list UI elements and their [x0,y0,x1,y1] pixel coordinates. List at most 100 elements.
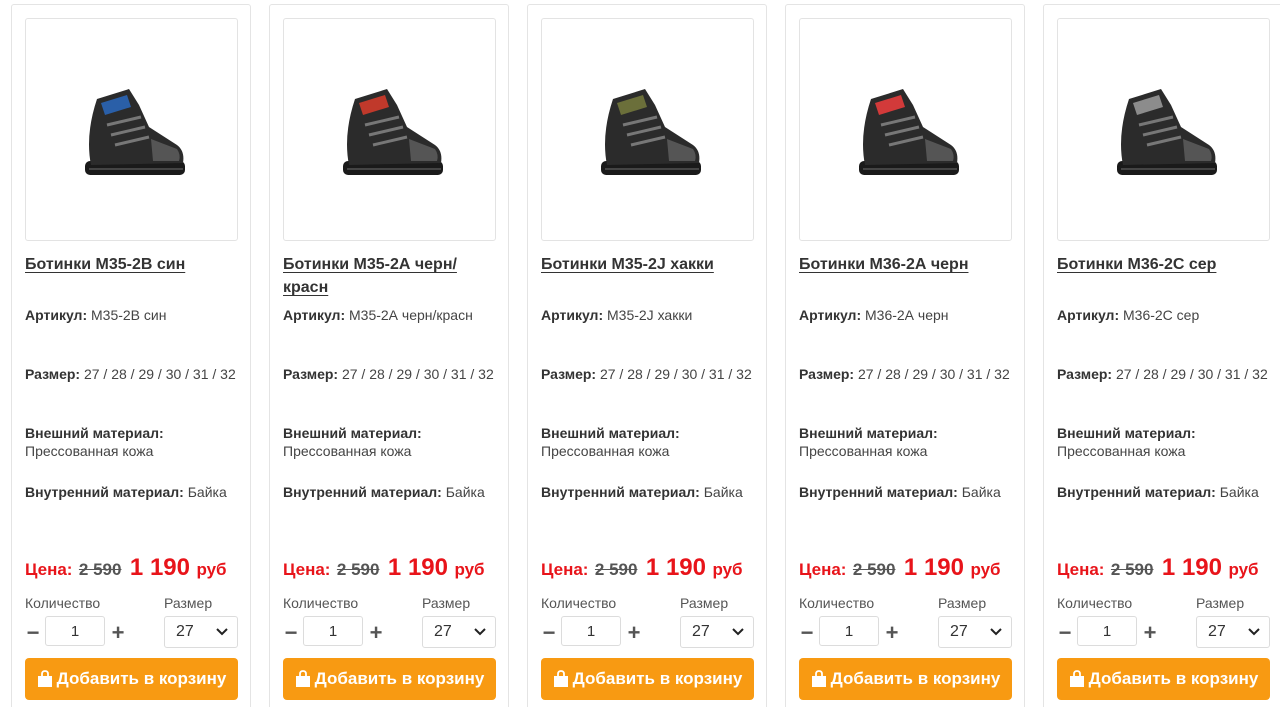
old-price: 2 590 [1110,560,1154,579]
old-price: 2 590 [594,560,638,579]
product-title[interactable]: Ботинки М35-2А черн/красн [283,253,493,299]
quantity-label: Количество [799,595,875,611]
old-price: 2 590 [336,560,380,579]
product-image[interactable] [799,18,1012,241]
product-title[interactable]: Ботинки М35-2J хакки [541,253,751,276]
sizes-value: 27 / 28 / 29 / 30 / 31 / 32 [1115,366,1268,382]
product-title[interactable]: Ботинки М36-2С сер [1057,253,1267,276]
add-to-cart-button[interactable]: Добавить в корзину [283,658,496,700]
article-label: Артикул: [541,307,604,323]
article-value: М35-2А черн/красн [349,307,473,323]
new-price: 1 190 [1161,554,1222,581]
product-image[interactable] [541,18,754,241]
chevron-down-icon [216,628,228,636]
minus-icon[interactable]: − [23,622,43,644]
product-title[interactable]: Ботинки М36-2А черн [799,253,1009,276]
size-select[interactable]: 27 [422,616,496,648]
product-image[interactable] [283,18,496,241]
quantity-input[interactable] [819,616,879,646]
shopping-bag-icon [1069,670,1084,687]
inner-material-spec: Внутренний материал: Байка [25,483,237,501]
new-price: 1 190 [129,554,190,581]
size-select[interactable]: 27 [164,616,238,648]
currency: руб [454,560,485,579]
plus-icon[interactable]: + [882,622,902,644]
minus-icon[interactable]: − [539,622,559,644]
inner-material-label: Внутренний материал: [1057,484,1216,500]
size-select-value: 27 [950,623,968,640]
inner-material-value: Байка [961,484,1001,500]
price-label: Цена: [1057,560,1105,579]
shopping-bag-icon [811,670,826,687]
inner-material-label: Внутренний материал: [283,484,442,500]
boot-image [1116,88,1217,175]
plus-icon[interactable]: + [366,622,386,644]
article-label: Артикул: [799,307,862,323]
price-label: Цена: [25,560,73,579]
size-select-label: Размер [422,595,471,611]
shopping-bag-icon [553,670,568,687]
article-spec: Артикул: М35-2J хакки [541,306,753,324]
article-label: Артикул: [283,307,346,323]
sizes-label: Размер: [25,366,81,382]
quantity-input[interactable] [1077,616,1137,646]
add-to-cart-label: Добавить в корзину [56,669,227,688]
add-to-cart-button[interactable]: Добавить в корзину [541,658,754,700]
minus-icon[interactable]: − [797,622,817,644]
add-to-cart-button[interactable]: Добавить в корзину [1057,658,1270,700]
quantity-label: Количество [283,595,359,611]
boot-image [84,88,185,175]
sizes-spec: Размер: 27 / 28 / 29 / 30 / 31 / 32 [25,365,237,383]
price-block: Цена: 2 590 1 190 руб [283,554,485,582]
new-price: 1 190 [387,554,448,581]
size-select[interactable]: 27 [1196,616,1270,648]
sizes-value: 27 / 28 / 29 / 30 / 31 / 32 [857,366,1010,382]
inner-material-label: Внутренний материал: [799,484,958,500]
minus-icon[interactable]: − [1055,622,1075,644]
inner-material-spec: Внутренний материал: Байка [1057,483,1269,501]
outer-material-spec: Внешний материал: Прессованная кожа [541,424,753,460]
add-to-cart-label: Добавить в корзину [314,669,485,688]
chevron-down-icon [990,628,1002,636]
add-to-cart-button[interactable]: Добавить в корзину [25,658,238,700]
outer-material-label: Внешний материал: [541,425,680,441]
new-price: 1 190 [645,554,706,581]
product-image[interactable] [1057,18,1270,241]
product-title[interactable]: Ботинки М35-2В син [25,253,235,276]
minus-icon[interactable]: − [281,622,301,644]
new-price: 1 190 [903,554,964,581]
outer-material-value: Прессованная кожа [799,443,928,459]
product-image[interactable] [25,18,238,241]
outer-material-label: Внешний материал: [25,425,164,441]
price-label: Цена: [283,560,331,579]
quantity-input[interactable] [45,616,105,646]
plus-icon[interactable]: + [1140,622,1160,644]
quantity-input[interactable] [303,616,363,646]
boot-image [342,88,443,175]
outer-material-spec: Внешний материал: Прессованная кожа [799,424,1011,460]
price-block: Цена: 2 590 1 190 руб [25,554,227,582]
plus-icon[interactable]: + [624,622,644,644]
size-select[interactable]: 27 [680,616,754,648]
size-select-value: 27 [692,623,710,640]
quantity-input[interactable] [561,616,621,646]
article-value: М36-2А черн [865,307,949,323]
product-card: Ботинки М36-2А черн Артикул: М36-2А черн… [785,4,1025,707]
sizes-value: 27 / 28 / 29 / 30 / 31 / 32 [599,366,752,382]
inner-material-spec: Внутренний материал: Байка [283,483,495,501]
add-to-cart-button[interactable]: Добавить в корзину [799,658,1012,700]
quantity-label: Количество [25,595,101,611]
chevron-down-icon [732,628,744,636]
outer-material-value: Прессованная кожа [1057,443,1186,459]
old-price: 2 590 [78,560,122,579]
plus-icon[interactable]: + [108,622,128,644]
size-select[interactable]: 27 [938,616,1012,648]
sizes-spec: Размер: 27 / 28 / 29 / 30 / 31 / 32 [1057,365,1269,383]
article-spec: Артикул: М35-2В син [25,306,237,324]
chevron-down-icon [1248,628,1260,636]
outer-material-spec: Внешний материал: Прессованная кожа [25,424,237,460]
outer-material-value: Прессованная кожа [541,443,670,459]
add-to-cart-label: Добавить в корзину [572,669,743,688]
product-card: Ботинки М35-2А черн/красн Артикул: М35-2… [269,4,509,707]
size-select-value: 27 [176,623,194,640]
